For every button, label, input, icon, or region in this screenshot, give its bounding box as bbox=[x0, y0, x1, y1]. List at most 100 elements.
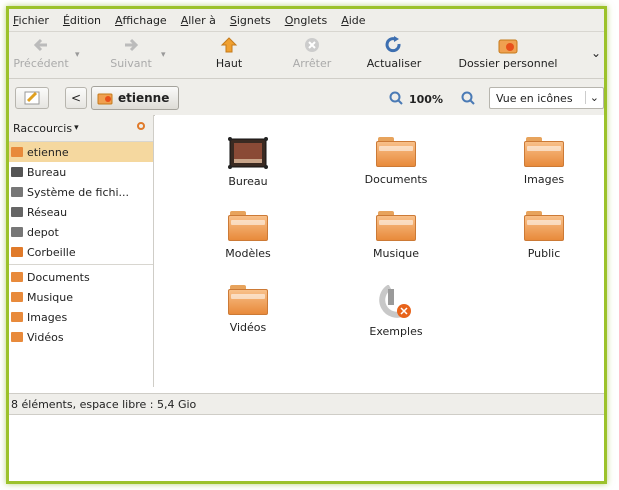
file-label: Exemples bbox=[369, 325, 423, 338]
forward-label: Suivant bbox=[110, 57, 152, 70]
forward-button[interactable]: Suivant bbox=[101, 36, 161, 76]
zoom-out-icon[interactable] bbox=[389, 91, 403, 108]
sidebar-item[interactable]: Bureau bbox=[9, 162, 153, 182]
close-sidebar-icon[interactable] bbox=[137, 122, 145, 130]
sidebar-item[interactable]: depot bbox=[9, 222, 153, 242]
up-label: Haut bbox=[215, 57, 243, 70]
folder-icon bbox=[11, 312, 23, 322]
sidebar-item[interactable]: etienne bbox=[9, 142, 153, 162]
file-item[interactable]: Bureau bbox=[193, 137, 303, 188]
folder-icon bbox=[228, 285, 268, 315]
file-item[interactable]: Musique bbox=[341, 211, 451, 260]
menu-signets[interactable]: Signets bbox=[230, 14, 271, 27]
folder-icon bbox=[11, 272, 23, 282]
sidebar-item-label: etienne bbox=[27, 145, 69, 159]
examples-icon bbox=[376, 284, 416, 319]
sidebar-bookmark-label: Images bbox=[27, 310, 68, 324]
chevron-down-icon: ▾ bbox=[74, 123, 79, 133]
sidebar-item-label: Corbeille bbox=[27, 245, 76, 259]
reload-button[interactable]: Actualiser bbox=[359, 36, 429, 76]
network-icon bbox=[11, 207, 23, 217]
sidebar-bookmark-label: Vidéos bbox=[27, 330, 64, 344]
desktop-icon bbox=[11, 167, 23, 177]
sidebar-bookmark[interactable]: Musique bbox=[9, 287, 153, 307]
view-mode-select[interactable]: Vue en icônes ⌄ bbox=[489, 87, 604, 109]
sidebar-header[interactable]: Raccourcis ▾ bbox=[9, 115, 153, 142]
file-label: Vidéos bbox=[229, 321, 267, 334]
back-history-icon[interactable]: ▾ bbox=[75, 50, 80, 60]
drive-icon bbox=[11, 227, 23, 237]
sidebar-item-label: Bureau bbox=[27, 165, 67, 179]
menu-aller-a[interactable]: Aller à bbox=[181, 14, 216, 27]
file-item[interactable]: Modèles bbox=[193, 211, 303, 260]
desktop-icon bbox=[228, 137, 268, 169]
toolbar: Précédent ▾ Suivant ▾ Haut Arrêter Actua… bbox=[9, 32, 604, 79]
sidebar-bookmark[interactable]: Documents bbox=[9, 267, 153, 287]
sidebar-bookmark[interactable]: Vidéos bbox=[9, 327, 153, 347]
up-button[interactable]: Haut bbox=[205, 36, 253, 76]
file-label: Documents bbox=[364, 173, 428, 186]
back-button[interactable]: Précédent bbox=[11, 36, 71, 76]
menu-aide[interactable]: Aide bbox=[341, 14, 365, 27]
breadcrumb-current[interactable]: etienne bbox=[91, 86, 179, 110]
stop-button[interactable]: Arrêter bbox=[287, 36, 337, 76]
file-item[interactable]: Public bbox=[489, 211, 599, 260]
status-bar: 8 éléments, espace libre : 5,4 Gio bbox=[9, 393, 604, 415]
sidebar-mode-label: Raccourcis bbox=[13, 121, 73, 135]
file-label: Bureau bbox=[228, 175, 268, 188]
file-item[interactable]: Images bbox=[489, 137, 599, 186]
home-label: Dossier personnel bbox=[458, 57, 558, 70]
toolbar-overflow-icon[interactable]: ⌄ bbox=[591, 46, 601, 60]
folder-icon bbox=[524, 137, 564, 167]
sidebar-item-label: Réseau bbox=[27, 205, 68, 219]
sidebar-item-label: depot bbox=[27, 225, 59, 239]
stop-label: Arrêter bbox=[292, 57, 332, 70]
file-item[interactable]: Exemples bbox=[341, 284, 451, 338]
zoom-in-icon[interactable] bbox=[461, 91, 475, 108]
view-mode-value: Vue en icônes bbox=[496, 91, 573, 105]
breadcrumb-label: etienne bbox=[118, 91, 170, 105]
location-toggle-button[interactable] bbox=[15, 87, 49, 109]
file-label: Images bbox=[523, 173, 565, 186]
file-item[interactable]: Documents bbox=[341, 137, 451, 186]
file-item[interactable]: Vidéos bbox=[193, 285, 303, 334]
menu-onglets[interactable]: Onglets bbox=[285, 14, 328, 27]
reload-icon bbox=[384, 36, 404, 54]
sidebar-bookmarks: Documents Musique Images Vidéos bbox=[9, 267, 153, 347]
file-label: Public bbox=[527, 247, 561, 260]
menu-bar: Fichier Édition Affichage Aller à Signet… bbox=[9, 9, 604, 32]
chevron-left-icon: < bbox=[70, 91, 82, 105]
sidebar-bookmark[interactable]: Images bbox=[9, 307, 153, 327]
sidebar: Raccourcis ▾ etienne Bureau Système de fic… bbox=[9, 115, 154, 387]
reload-label: Actualiser bbox=[366, 57, 422, 70]
stop-icon bbox=[302, 36, 322, 54]
sidebar-item-label: Système de fichi... bbox=[27, 185, 130, 199]
home-button[interactable]: Dossier personnel bbox=[449, 36, 567, 76]
file-view: Bureau Documents Images Modèles Musique Publi… bbox=[155, 115, 604, 387]
sidebar-bookmark-label: Musique bbox=[27, 290, 73, 304]
folder-icon bbox=[376, 137, 416, 167]
status-text: 8 éléments, espace libre : 5,4 Gio bbox=[11, 397, 197, 411]
trash-icon bbox=[11, 247, 23, 257]
forward-arrow-icon bbox=[121, 36, 141, 54]
up-arrow-icon bbox=[219, 36, 239, 54]
home-icon bbox=[97, 93, 113, 105]
menu-edition[interactable]: Édition bbox=[63, 14, 101, 27]
drive-icon bbox=[11, 187, 23, 197]
sidebar-separator bbox=[9, 264, 153, 265]
sidebar-item[interactable]: Réseau bbox=[9, 202, 153, 222]
home-folder-icon bbox=[498, 36, 518, 54]
back-label: Précédent bbox=[13, 57, 69, 70]
chevron-down-icon: ⌄ bbox=[584, 91, 599, 104]
forward-history-icon[interactable]: ▾ bbox=[161, 50, 166, 60]
file-label: Modèles bbox=[225, 247, 271, 260]
folder-icon bbox=[524, 211, 564, 241]
folder-icon bbox=[11, 292, 23, 302]
menu-affichage[interactable]: Affichage bbox=[115, 14, 167, 27]
menu-fichier[interactable]: Fichier bbox=[13, 14, 49, 27]
home-icon bbox=[11, 147, 23, 157]
sidebar-bookmark-label: Documents bbox=[27, 270, 90, 284]
sidebar-item[interactable]: Corbeille bbox=[9, 242, 153, 262]
sidebar-item[interactable]: Système de fichi... bbox=[9, 182, 153, 202]
path-back-button[interactable]: < bbox=[65, 87, 87, 109]
